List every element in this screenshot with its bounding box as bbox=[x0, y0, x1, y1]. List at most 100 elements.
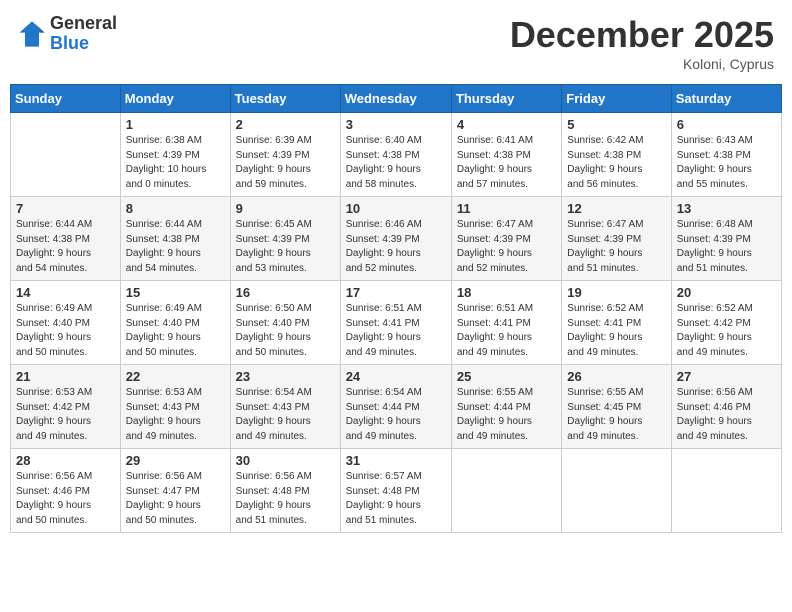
day-info: Sunrise: 6:54 AMSunset: 4:43 PMDaylight:… bbox=[236, 386, 335, 444]
day-number: 29 bbox=[126, 453, 225, 468]
day-cell: 15 Sunrise: 6:49 AMSunset: 4:40 PMDayligh… bbox=[120, 281, 230, 365]
day-cell: 11 Sunrise: 6:47 AMSunset: 4:39 PMDayligh… bbox=[451, 197, 561, 281]
day-info: Sunrise: 6:53 AMSunset: 4:42 PMDaylight:… bbox=[16, 386, 115, 444]
day-number: 24 bbox=[346, 369, 446, 384]
day-number: 28 bbox=[16, 453, 115, 468]
day-number: 20 bbox=[677, 285, 776, 300]
day-number: 8 bbox=[126, 201, 225, 216]
day-number: 18 bbox=[457, 285, 556, 300]
day-cell: 17 Sunrise: 6:51 AMSunset: 4:41 PMDayligh… bbox=[340, 281, 451, 365]
day-number: 22 bbox=[126, 369, 225, 384]
logo-icon bbox=[18, 20, 46, 48]
day-info: Sunrise: 6:44 AMSunset: 4:38 PMDaylight:… bbox=[16, 218, 115, 276]
day-cell: 8 Sunrise: 6:44 AMSunset: 4:38 PMDaylight… bbox=[120, 197, 230, 281]
weekday-header-sunday: Sunday bbox=[11, 85, 121, 113]
day-info: Sunrise: 6:46 AMSunset: 4:39 PMDaylight:… bbox=[346, 218, 446, 276]
day-number: 25 bbox=[457, 369, 556, 384]
day-cell: 16Sunrise: 6:50 AMSunset: 4:40 PMDayligh… bbox=[230, 281, 340, 365]
title-area: December 2025 Koloni, Cyprus bbox=[510, 14, 774, 72]
day-number: 26 bbox=[567, 369, 665, 384]
day-info: Sunrise: 6:44 AMSunset: 4:38 PMDaylight:… bbox=[126, 218, 225, 276]
day-number: 14 bbox=[16, 285, 115, 300]
day-info: Sunrise: 6:54 AMSunset: 4:44 PMDaylight:… bbox=[346, 386, 446, 444]
weekday-header-monday: Monday bbox=[120, 85, 230, 113]
day-number: 17 bbox=[346, 285, 446, 300]
day-number: 4 bbox=[457, 117, 556, 132]
day-info: Sunrise: 6:47 AMSunset: 4:39 PMDaylight:… bbox=[567, 218, 665, 276]
day-info: Sunrise: 6:48 AMSunset: 4:39 PMDaylight:… bbox=[677, 218, 776, 276]
day-info: Sunrise: 6:57 AMSunset: 4:48 PMDaylight:… bbox=[346, 470, 446, 528]
week-row-4: 21 Sunrise: 6:53 AMSunset: 4:42 PMDayligh… bbox=[11, 365, 782, 449]
day-cell bbox=[11, 113, 121, 197]
day-number: 23 bbox=[236, 369, 335, 384]
logo-blue-text: Blue bbox=[50, 34, 117, 54]
day-cell: 5 Sunrise: 6:42 AMSunset: 4:38 PMDaylight… bbox=[562, 113, 671, 197]
day-cell: 31Sunrise: 6:57 AMSunset: 4:48 PMDayligh… bbox=[340, 449, 451, 533]
page-header: General Blue December 2025 Koloni, Cypru… bbox=[10, 10, 782, 76]
day-number: 13 bbox=[677, 201, 776, 216]
day-info: Sunrise: 6:56 AMSunset: 4:46 PMDaylight:… bbox=[677, 386, 776, 444]
day-info: Sunrise: 6:49 AMSunset: 4:40 PMDaylight:… bbox=[16, 302, 115, 360]
day-cell: 20 Sunrise: 6:52 AMSunset: 4:42 PMDayligh… bbox=[671, 281, 781, 365]
weekday-header-row: SundayMondayTuesdayWednesdayThursdayFrid… bbox=[11, 85, 782, 113]
day-cell: 4Sunrise: 6:41 AMSunset: 4:38 PMDaylight… bbox=[451, 113, 561, 197]
day-number: 7 bbox=[16, 201, 115, 216]
day-info: Sunrise: 6:40 AMSunset: 4:38 PMDaylight:… bbox=[346, 134, 446, 192]
day-number: 5 bbox=[567, 117, 665, 132]
day-info: Sunrise: 6:51 AMSunset: 4:41 PMDaylight:… bbox=[457, 302, 556, 360]
weekday-header-friday: Friday bbox=[562, 85, 671, 113]
day-cell: 13 Sunrise: 6:48 AMSunset: 4:39 PMDayligh… bbox=[671, 197, 781, 281]
day-info: Sunrise: 6:52 AMSunset: 4:42 PMDaylight:… bbox=[677, 302, 776, 360]
weekday-header-tuesday: Tuesday bbox=[230, 85, 340, 113]
day-info: Sunrise: 6:43 AMSunset: 4:38 PMDaylight:… bbox=[677, 134, 776, 192]
day-info: Sunrise: 6:50 AMSunset: 4:40 PMDaylight:… bbox=[236, 302, 335, 360]
day-number: 21 bbox=[16, 369, 115, 384]
day-cell: 23 Sunrise: 6:54 AMSunset: 4:43 PMDayligh… bbox=[230, 365, 340, 449]
day-info: Sunrise: 6:49 AMSunset: 4:40 PMDaylight:… bbox=[126, 302, 225, 360]
day-cell: 10 Sunrise: 6:46 AMSunset: 4:39 PMDayligh… bbox=[340, 197, 451, 281]
day-number: 2 bbox=[236, 117, 335, 132]
week-row-5: 28 Sunrise: 6:56 AMSunset: 4:46 PMDayligh… bbox=[11, 449, 782, 533]
day-number: 30 bbox=[236, 453, 335, 468]
day-cell: 9 Sunrise: 6:45 AMSunset: 4:39 PMDaylight… bbox=[230, 197, 340, 281]
day-info: Sunrise: 6:56 AMSunset: 4:48 PMDaylight:… bbox=[236, 470, 335, 528]
day-cell: 24 Sunrise: 6:54 AMSunset: 4:44 PMDayligh… bbox=[340, 365, 451, 449]
day-number: 12 bbox=[567, 201, 665, 216]
weekday-header-thursday: Thursday bbox=[451, 85, 561, 113]
day-cell: 14 Sunrise: 6:49 AMSunset: 4:40 PMDayligh… bbox=[11, 281, 121, 365]
day-info: Sunrise: 6:56 AMSunset: 4:46 PMDaylight:… bbox=[16, 470, 115, 528]
day-number: 10 bbox=[346, 201, 446, 216]
day-number: 3 bbox=[346, 117, 446, 132]
day-cell: 27 Sunrise: 6:56 AMSunset: 4:46 PMDayligh… bbox=[671, 365, 781, 449]
day-cell: 26 Sunrise: 6:55 AMSunset: 4:45 PMDayligh… bbox=[562, 365, 671, 449]
day-info: Sunrise: 6:56 AMSunset: 4:47 PMDaylight:… bbox=[126, 470, 225, 528]
day-cell: 19 Sunrise: 6:52 AMSunset: 4:41 PMDayligh… bbox=[562, 281, 671, 365]
day-number: 11 bbox=[457, 201, 556, 216]
day-number: 9 bbox=[236, 201, 335, 216]
day-cell: 2Sunrise: 6:39 AMSunset: 4:39 PMDaylight… bbox=[230, 113, 340, 197]
day-info: Sunrise: 6:38 AMSunset: 4:39 PMDaylight:… bbox=[126, 134, 225, 192]
day-info: Sunrise: 6:51 AMSunset: 4:41 PMDaylight:… bbox=[346, 302, 446, 360]
weekday-header-wednesday: Wednesday bbox=[340, 85, 451, 113]
day-cell: 30 Sunrise: 6:56 AMSunset: 4:48 PMDayligh… bbox=[230, 449, 340, 533]
day-info: Sunrise: 6:45 AMSunset: 4:39 PMDaylight:… bbox=[236, 218, 335, 276]
day-number: 27 bbox=[677, 369, 776, 384]
day-info: Sunrise: 6:47 AMSunset: 4:39 PMDaylight:… bbox=[457, 218, 556, 276]
day-number: 1 bbox=[126, 117, 225, 132]
day-cell: 22Sunrise: 6:53 AMSunset: 4:43 PMDayligh… bbox=[120, 365, 230, 449]
day-number: 6 bbox=[677, 117, 776, 132]
week-row-2: 7 Sunrise: 6:44 AMSunset: 4:38 PMDaylight… bbox=[11, 197, 782, 281]
day-info: Sunrise: 6:52 AMSunset: 4:41 PMDaylight:… bbox=[567, 302, 665, 360]
day-cell: 6 Sunrise: 6:43 AMSunset: 4:38 PMDaylight… bbox=[671, 113, 781, 197]
day-info: Sunrise: 6:42 AMSunset: 4:38 PMDaylight:… bbox=[567, 134, 665, 192]
day-cell: 28 Sunrise: 6:56 AMSunset: 4:46 PMDayligh… bbox=[11, 449, 121, 533]
week-row-3: 14 Sunrise: 6:49 AMSunset: 4:40 PMDayligh… bbox=[11, 281, 782, 365]
logo: General Blue bbox=[18, 14, 117, 54]
day-number: 19 bbox=[567, 285, 665, 300]
calendar-table: SundayMondayTuesdayWednesdayThursdayFrid… bbox=[10, 84, 782, 533]
day-info: Sunrise: 6:55 AMSunset: 4:45 PMDaylight:… bbox=[567, 386, 665, 444]
day-number: 15 bbox=[126, 285, 225, 300]
day-cell bbox=[451, 449, 561, 533]
day-cell bbox=[562, 449, 671, 533]
location-subtitle: Koloni, Cyprus bbox=[510, 56, 774, 72]
